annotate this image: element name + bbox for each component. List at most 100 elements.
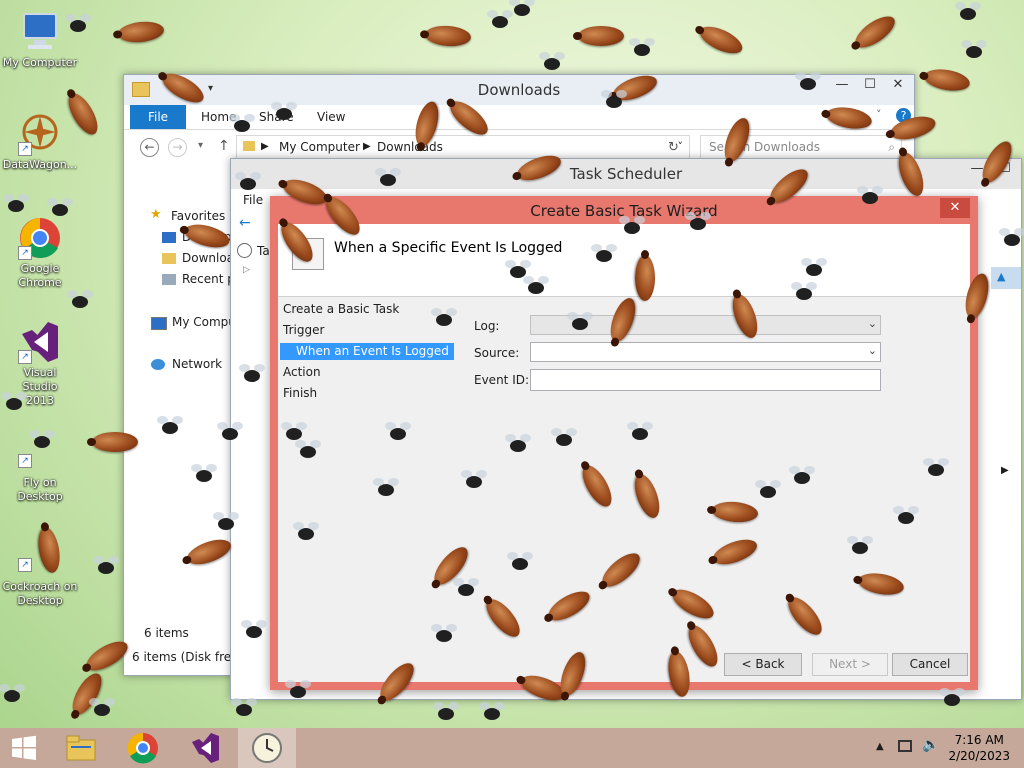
desktop-icon-label: Fly on Desktop [17, 476, 63, 503]
refresh-icon[interactable]: ↻ [668, 140, 679, 155]
taskbar-task-scheduler[interactable] [238, 728, 296, 768]
visual-studio-icon: ↗ [18, 320, 62, 364]
chrome-icon: ↗ [18, 216, 62, 260]
start-button[interactable] [0, 728, 48, 768]
computer-small-icon [151, 317, 167, 330]
nav-my-computer[interactable]: My Computer [172, 315, 232, 329]
ts-menu-file[interactable]: File [243, 193, 263, 207]
recent-dropdown-icon[interactable]: ▾ [198, 140, 203, 151]
breadcrumb-separator: ▶ [261, 141, 269, 152]
fly-sprite [795, 72, 821, 90]
minimize-button[interactable]: — [828, 75, 856, 97]
wizard-steps: Create a Basic Task Trigger When an Even… [278, 298, 458, 682]
cockroach-sprite [573, 26, 624, 46]
taskbar-chrome[interactable] [114, 728, 172, 768]
nav-favorites[interactable]: Favorites [171, 209, 225, 223]
taskbar-file-explorer[interactable] [52, 728, 110, 768]
fly-sprite [453, 578, 479, 596]
ts-back-arrow-icon[interactable]: ← [239, 215, 251, 231]
ts-tree-item[interactable]: Ta [257, 244, 270, 258]
fly-sprite [507, 552, 533, 570]
file-explorer-icon [66, 735, 96, 761]
fly-sprite [509, 0, 535, 16]
address-folder-icon [243, 141, 255, 151]
ts-expand-icon[interactable]: ▷ [243, 265, 250, 275]
event-id-field[interactable] [530, 369, 881, 391]
cockroach-sprite [424, 24, 472, 48]
breadcrumb-my-computer[interactable]: My Computer [279, 136, 360, 158]
up-arrow-icon[interactable]: ↑ [218, 138, 230, 154]
wizard-body: When a Specific Event Is Logged Create a… [278, 224, 970, 682]
breadcrumb-downloads[interactable]: Downloads [377, 136, 443, 158]
recent-places-icon [162, 274, 176, 285]
fly-sprite [295, 440, 321, 458]
nav-network[interactable]: Network [172, 357, 222, 371]
ts-clock-icon [237, 243, 252, 258]
step-finish: Finish [283, 386, 318, 400]
fly-sprite [955, 2, 981, 20]
fly-sprite [431, 308, 457, 326]
maximize-button[interactable]: ☐ [856, 75, 884, 97]
datawagon-icon: ↗ [18, 112, 62, 156]
show-hidden-icons-chevron[interactable]: ▲ [876, 741, 884, 752]
source-label: Source: [474, 346, 520, 360]
wizard-close-button[interactable]: ✕ [940, 198, 970, 218]
network-icon [151, 359, 165, 370]
fly-sprite [961, 40, 987, 58]
wizard-header: When a Specific Event Is Logged [278, 224, 970, 297]
fly-sprite [939, 688, 965, 706]
fly-sprite [461, 470, 487, 488]
shortcut-arrow-icon: ↗ [18, 246, 32, 260]
fly-sprite [271, 102, 297, 120]
fly-sprite [235, 172, 261, 190]
fly-sprite [157, 416, 183, 434]
network-tray-icon[interactable] [898, 740, 912, 752]
explorer-titlebar[interactable]: ▾ Downloads — ☐ ✕ [124, 75, 914, 105]
close-button[interactable]: ✕ [884, 75, 912, 97]
source-combobox[interactable]: ⌄ [530, 342, 881, 362]
cockroach-sprite [922, 66, 972, 94]
chevron-down-icon: ⌄ [867, 317, 877, 330]
clock-icon [252, 733, 282, 763]
fly-sprite [3, 194, 29, 212]
cockroach-sprite [87, 432, 138, 452]
nav-recent-places[interactable]: Recent places [182, 272, 230, 286]
desktop-icon-label: Cockroach on Desktop [2, 580, 78, 607]
fly-sprite [619, 216, 645, 234]
ribbon-expand-icon[interactable]: ˅ [876, 108, 882, 121]
fly-sprite [433, 702, 459, 720]
clock-time: 7:16 AM [954, 733, 1004, 747]
step-action: Action [283, 365, 321, 379]
fly-sprite [241, 620, 267, 638]
fly-sprite [65, 14, 91, 32]
forward-arrow-icon[interactable]: → [168, 138, 187, 157]
volume-icon[interactable]: 🔈 [922, 737, 939, 753]
fly-sprite [551, 428, 577, 446]
fly-sprite [0, 684, 25, 702]
desktop-icon-chrome[interactable]: ↗ Google Chrome [0, 216, 80, 290]
fly-sprite [67, 290, 93, 308]
fly-sprite [281, 422, 307, 440]
taskbar-visual-studio[interactable] [176, 728, 234, 768]
fly-sprite [29, 430, 55, 448]
cockroach-sprite [695, 21, 747, 59]
ribbon-view-tab[interactable]: View [317, 110, 345, 124]
back-arrow-icon[interactable]: ← [140, 138, 159, 157]
wizard-header-title: When a Specific Event Is Logged [334, 240, 563, 256]
fly-sprite [999, 228, 1024, 246]
ribbon-file-tab[interactable]: File [130, 105, 186, 129]
next-button[interactable]: Next > [812, 653, 888, 676]
address-field[interactable]: ▶ My Computer ▶ Downloads ˅ [236, 135, 690, 159]
fly-sprite [923, 458, 949, 476]
fly-sprite [567, 312, 593, 330]
fly-sprite [755, 480, 781, 498]
ts-actions-up-icon[interactable]: ▲ [997, 270, 1005, 283]
back-button[interactable]: < Back [724, 653, 802, 676]
taskbar-clock[interactable]: 7:16 AM 2/20/2023 [948, 732, 1010, 764]
fly-sprite [591, 244, 617, 262]
ts-submenu-arrow-icon[interactable]: ▶ [1001, 465, 1009, 476]
desktop-icon-datawagon[interactable]: ↗ DataWagon... [0, 112, 80, 172]
cancel-button[interactable]: Cancel [892, 653, 968, 676]
desktop-icon-visual-studio[interactable]: ↗ Visual Studio 2013 [0, 320, 80, 408]
nav-downloads[interactable]: Downloads [182, 251, 230, 265]
